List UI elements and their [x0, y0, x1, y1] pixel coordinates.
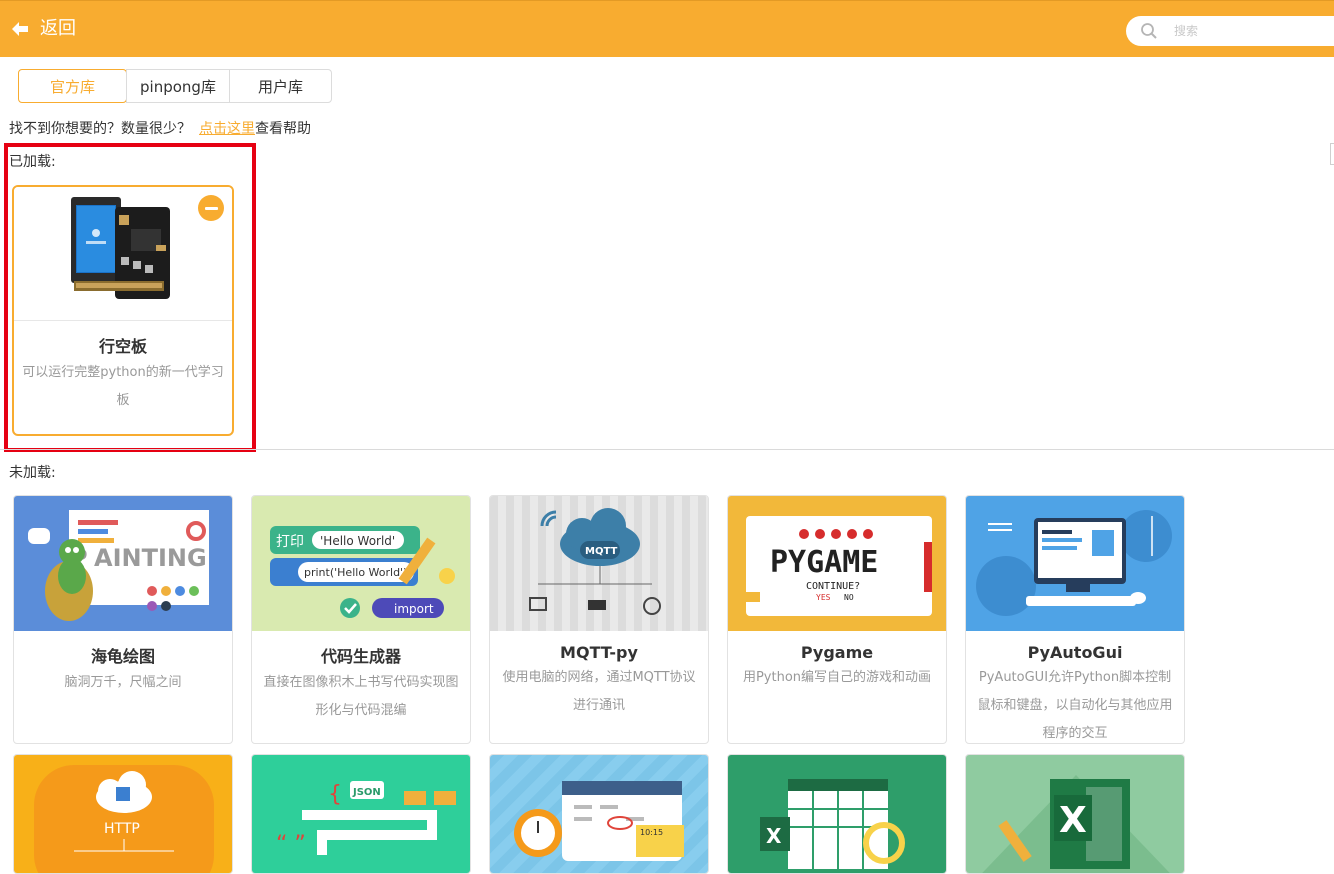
thumb-text-print-label: 打印	[276, 533, 304, 550]
card-title: MQTT-py	[560, 643, 638, 662]
back-button[interactable]: 返回	[10, 15, 76, 43]
help-text: 找不到你想要的？数量很少？ 点击这里查看帮助	[9, 119, 311, 139]
library-card-calendar[interactable]: 10:15	[489, 754, 709, 874]
library-card-json[interactable]: JSON { “ ”	[251, 754, 471, 874]
side-tab[interactable]	[1330, 143, 1334, 165]
thumb-text-http: HTTP	[104, 821, 140, 837]
arrow-left-icon	[12, 22, 28, 36]
pyautogui-image	[966, 496, 1184, 631]
thumb-text-json: JSON	[352, 787, 381, 798]
excel-image: X	[966, 755, 1184, 873]
thumb-text-no: NO	[844, 593, 854, 602]
search-box[interactable]	[1126, 16, 1334, 46]
search-icon	[1141, 23, 1157, 39]
pygame-image: PYGAME CONTINUE? YES NO	[728, 496, 946, 631]
svg-text:AINTING: AINTING	[94, 544, 207, 572]
http-image: HTTP	[14, 755, 232, 873]
code-generator-image: 打印 'Hello World' print('Hello World') im…	[252, 496, 470, 631]
card-title: Pygame	[800, 643, 874, 662]
top-bar: 返回	[0, 0, 1334, 57]
library-card-excel-search[interactable]: X	[727, 754, 947, 874]
help-prefix: 找不到你想要的？数量很少？	[9, 121, 191, 137]
thumb-text-pygame: PYGAME	[770, 545, 878, 580]
svg-text:“ ”: “ ”	[276, 832, 306, 857]
highlight-box	[4, 143, 256, 452]
thumb-text-print-code: print('Hello World')	[304, 566, 407, 579]
card-title: 代码生成器	[320, 647, 401, 666]
card-description: 脑洞万千，尺幅之间	[64, 675, 182, 690]
library-card-http[interactable]: HTTP	[13, 754, 233, 874]
thumb-text-import: import	[394, 602, 434, 616]
calendar-clock-image: 10:15	[490, 755, 708, 873]
thumb-text-hello: 'Hello World'	[320, 534, 395, 548]
back-label: 返回	[40, 18, 76, 39]
library-card-code-generator[interactable]: 打印 'Hello World' print('Hello World') im…	[251, 495, 471, 744]
card-title: 海龟绘图	[90, 647, 155, 666]
svg-text:X: X	[766, 824, 782, 848]
svg-text:X: X	[1059, 800, 1087, 841]
library-card-pygame[interactable]: PYGAME CONTINUE? YES NO Pygame 用Python编写…	[727, 495, 947, 744]
thumb-text-time: 10:15	[640, 828, 663, 837]
library-card-excel[interactable]: X	[965, 754, 1185, 874]
card-description: 使用电脑的网络，通过MQTT协议进行通讯	[502, 670, 696, 713]
thumb-text-yes: YES	[816, 593, 831, 602]
library-card-mqtt[interactable]: MQTT MQTT-py 使用电脑的网络，通过MQTT协议进行通讯	[489, 495, 709, 744]
library-card-pyautogui[interactable]: PyAutoGui PyAutoGUI允许Python脚本控制鼠标和键盘，以自动…	[965, 495, 1185, 744]
json-image: JSON { “ ”	[252, 755, 470, 873]
card-title: PyAutoGui	[1027, 643, 1123, 662]
unloaded-section-label: 未加载:	[9, 465, 56, 481]
card-description: 用Python编写自己的游戏和动画	[742, 670, 932, 685]
section-divider	[0, 449, 1334, 450]
tab-user-library[interactable]: 用户库	[229, 69, 332, 103]
mqtt-cloud-image: MQTT	[490, 496, 708, 631]
search-input[interactable]	[1174, 24, 1324, 38]
library-tabs: 官方库 pinpong库 用户库	[18, 69, 332, 103]
card-description: 直接在图像积木上书写代码实现图形化与代码混编	[263, 675, 459, 718]
library-card-turtle[interactable]: AINTING P 海龟绘图 脑洞万千，尺幅之间	[13, 495, 233, 744]
turtle-painting-image: AINTING P	[14, 496, 232, 631]
svg-text:{: {	[328, 782, 342, 807]
thumb-text-mqtt: MQTT	[585, 546, 618, 557]
tab-pinpong-library[interactable]: pinpong库	[126, 69, 230, 103]
help-suffix: 查看帮助	[255, 121, 311, 137]
tab-official-library[interactable]: 官方库	[18, 69, 127, 103]
card-description: PyAutoGUI允许Python脚本控制鼠标和键盘，以自动化与其他应用程序的交…	[977, 670, 1173, 741]
help-link[interactable]: 点击这里	[199, 121, 255, 137]
thumb-text-continue: CONTINUE?	[806, 581, 860, 592]
excel-search-image: X	[728, 755, 946, 873]
